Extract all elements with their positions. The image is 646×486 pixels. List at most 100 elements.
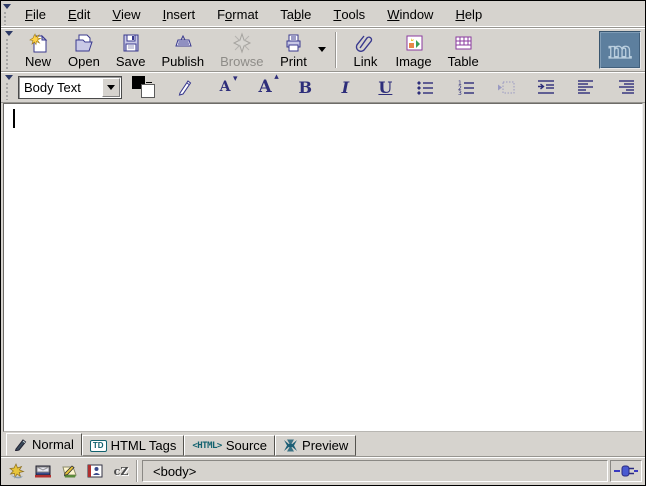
menu-table[interactable]: Table [269,2,322,26]
indent-button[interactable] [533,74,559,100]
addressbook-component-button[interactable] [82,460,108,482]
menu-help[interactable]: Help [444,2,493,26]
mail-component-button[interactable] [30,460,56,482]
navigator-component-button[interactable] [4,460,30,482]
menu-edit[interactable]: Edit [57,2,101,26]
format-toolbar: Body Text A▾ A▴ B [1,72,645,103]
addressbook-icon [85,463,105,479]
toolbar-separator [335,32,337,68]
print-button[interactable]: Print [271,30,315,70]
new-page-icon [27,32,49,54]
link-icon [354,32,376,54]
chatzilla-icon: cZ [114,465,129,478]
online-plug-icon [614,465,638,477]
browse-button[interactable]: Browse [212,30,271,70]
main-toolbar: New Open Save [1,28,645,72]
tab-normal[interactable]: Normal [6,433,82,456]
link-button[interactable]: Link [343,30,387,70]
outdent-button[interactable] [493,74,519,100]
normal-pen-icon [14,438,28,451]
browse-icon [231,32,253,54]
outdent-icon [497,79,515,95]
chevron-down-icon[interactable] [102,78,120,97]
numbered-list-icon: 1 2 3 [457,79,475,95]
highlight-color-button[interactable] [172,74,198,100]
tab-html-tags[interactable]: TD HTML Tags [82,435,184,456]
background-color-swatch[interactable] [141,84,155,98]
save-button-label: Save [116,54,146,69]
mozilla-throbber[interactable]: m [599,31,641,69]
menu-window[interactable]: Window [376,2,444,26]
composer-icon [59,463,79,479]
image-button[interactable]: Image [387,30,439,70]
increase-font-size-button[interactable]: A▴ [252,74,278,100]
navigator-icon [7,463,27,479]
composer-component-button[interactable] [56,460,82,482]
font-increase-icon: A▴ [259,77,272,97]
toolbar-grippy[interactable] [4,30,14,69]
table-icon [452,32,474,54]
print-icon [282,32,304,54]
italic-icon: I [342,78,349,97]
publish-button[interactable]: Publish [153,30,212,70]
align-right-button[interactable] [613,74,639,100]
italic-button[interactable]: I [332,74,358,100]
align-left-button[interactable] [573,74,599,100]
numbered-list-button[interactable]: 1 2 3 [453,74,479,100]
new-button-label: New [25,54,51,69]
toolbar-grippy[interactable] [4,74,14,100]
td-tag-icon: TD [90,440,107,452]
save-floppy-icon [120,32,142,54]
print-button-label: Print [280,54,307,69]
toolbar-grippy[interactable] [2,3,12,25]
tab-source-label: Source [226,438,267,453]
element-path-text: <body> [153,464,196,479]
underline-button[interactable]: U [372,74,398,100]
menu-format[interactable]: Format [206,2,269,26]
menu-tools[interactable]: Tools [322,2,376,26]
tab-normal-label: Normal [32,437,74,452]
decrease-font-size-button[interactable]: A▾ [212,74,238,100]
browse-button-label: Browse [220,54,263,69]
mozilla-m-logo: m [603,36,637,64]
align-right-icon [617,79,635,95]
indent-icon [537,79,555,95]
menubar: File Edit View Insert Format Table Tools… [1,1,645,28]
open-button-label: Open [68,54,100,69]
image-button-label: Image [395,54,431,69]
paragraph-format-select[interactable]: Body Text [18,76,122,99]
tab-source[interactable]: <HTML> Source [184,435,275,456]
tab-html-tags-label: HTML Tags [111,438,177,453]
open-folder-icon [73,32,95,54]
link-button-label: Link [354,54,378,69]
table-button[interactable]: Table [440,30,487,70]
chatzilla-component-button[interactable]: cZ [108,460,134,482]
menu-file[interactable]: File [14,2,57,26]
editor-canvas[interactable] [3,103,643,432]
bulleted-list-button[interactable] [412,74,438,100]
preview-icon [283,439,298,452]
image-icon [403,32,425,54]
tab-preview[interactable]: Preview [275,435,356,456]
text-color-picker[interactable] [132,75,158,99]
element-path-panel[interactable]: <body> [142,460,608,482]
bold-icon: B [298,78,312,97]
new-button[interactable]: New [16,30,60,70]
open-button[interactable]: Open [60,30,108,70]
save-button[interactable]: Save [108,30,154,70]
print-dropdown-arrow[interactable] [315,30,329,70]
online-status-button[interactable] [610,460,642,482]
tab-preview-label: Preview [302,438,348,453]
menu-insert[interactable]: Insert [152,2,207,26]
edit-mode-tabbar: Normal TD HTML Tags <HTML> Source Previe… [1,432,645,456]
bold-button[interactable]: B [292,74,318,100]
pen-icon [176,78,194,96]
svg-text:m: m [608,38,631,64]
align-left-icon [577,79,595,95]
font-decrease-icon: A▾ [220,79,231,95]
bulleted-list-icon [416,79,434,95]
statusbar: cZ <body> [1,456,645,485]
menu-view[interactable]: View [101,2,151,26]
text-caret [13,109,15,128]
paragraph-format-value: Body Text [19,80,102,95]
